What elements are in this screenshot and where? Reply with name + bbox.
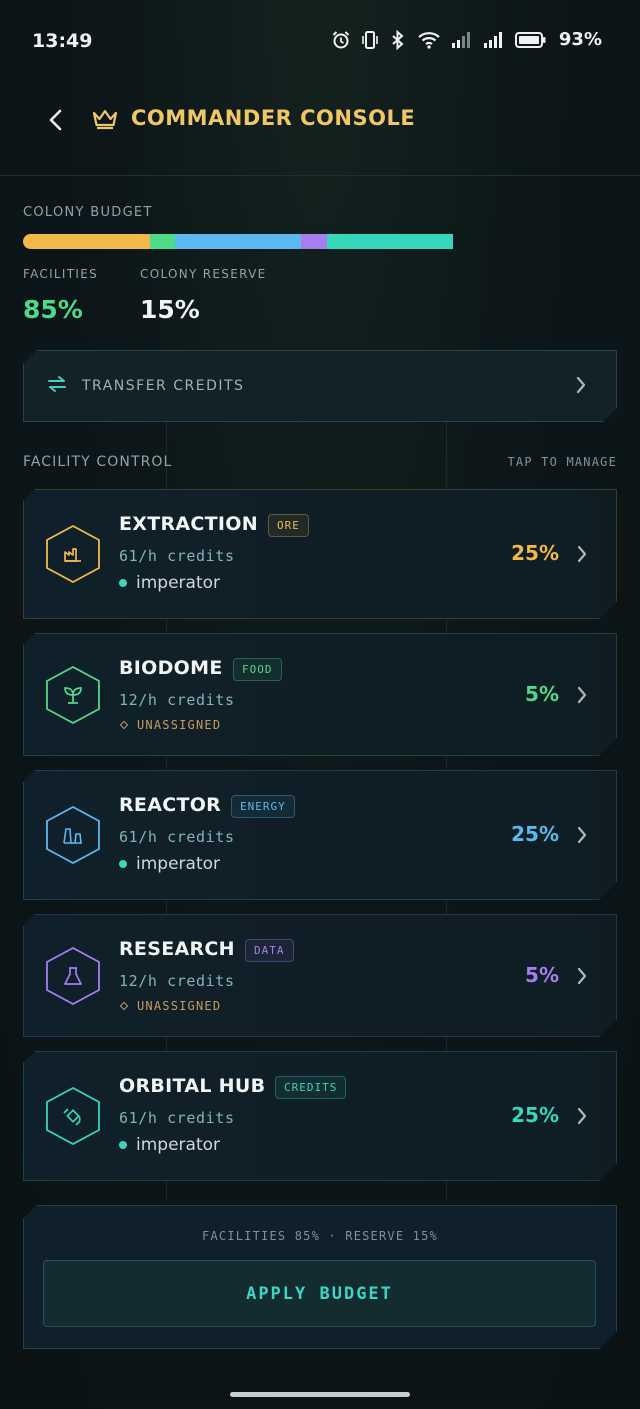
facility-tag: FOOD — [233, 658, 282, 681]
facility-name: ORBITAL HUB — [119, 1075, 266, 1097]
section-title: FACILITY CONTROL — [23, 454, 173, 470]
owner-name: UNASSIGNED — [137, 718, 222, 732]
budget-label: COLONY BUDGET — [23, 205, 153, 220]
facility-tag: ORE — [268, 514, 309, 537]
facility-tag: ENERGY — [231, 795, 295, 818]
reserve-label: COLONY RESERVE — [140, 267, 267, 281]
facility-owner: imperator — [119, 854, 220, 874]
back-button[interactable] — [40, 104, 72, 136]
facility-name: REACTOR — [119, 794, 222, 816]
page-title: COMMANDER CONSOLE — [131, 106, 416, 130]
facility-card-orbital-hub[interactable]: ORBITAL HUB CREDITS 61/h credits imperat… — [23, 1051, 617, 1181]
facility-percent: 25% — [511, 1103, 559, 1127]
facility-rate: 12/h credits — [119, 972, 235, 990]
crown-icon — [92, 108, 118, 134]
facility-percent: 5% — [525, 962, 559, 987]
chevron-right-icon — [577, 686, 587, 708]
budget-segment — [326, 234, 454, 249]
wifi-icon — [417, 30, 441, 50]
budget-segment — [149, 234, 175, 249]
reserve-value: 15% — [140, 295, 200, 324]
section-hint: TAP TO MANAGE — [507, 455, 617, 469]
facility-rate: 12/h credits — [119, 691, 235, 709]
facilities-stat: FACILITIES 85% — [23, 267, 98, 324]
facility-rate: 61/h credits — [119, 1109, 235, 1127]
battery-percent: 93% — [558, 29, 602, 50]
transfer-icon — [46, 374, 68, 398]
signal-icon — [451, 30, 473, 50]
chevron-right-icon — [577, 545, 587, 567]
facility-percent: 5% — [525, 681, 559, 706]
power-plant-icon — [43, 805, 103, 865]
chevron-right-icon — [576, 376, 586, 398]
facility-owner: imperator — [119, 1135, 220, 1155]
satellite-icon — [43, 1086, 103, 1146]
owner-name: imperator — [136, 1135, 220, 1155]
facility-card-biodome[interactable]: BIODOME FOOD 12/h credits UNASSIGNED 5% — [23, 633, 617, 756]
owner-name: UNASSIGNED — [137, 999, 222, 1013]
facility-rate: 61/h credits — [119, 828, 235, 846]
flask-icon — [43, 946, 103, 1006]
signal-icon — [483, 30, 505, 50]
chevron-right-icon — [577, 967, 587, 989]
facility-rate: 61/h credits — [119, 547, 235, 565]
owner-name: imperator — [136, 854, 220, 874]
facility-owner: imperator — [119, 573, 220, 593]
facility-percent: 25% — [511, 541, 559, 565]
facility-card-extraction[interactable]: EXTRACTION ORE 61/h credits imperator 25… — [23, 489, 617, 619]
budget-footer: FACILITIES 85% · RESERVE 15% APPLY BUDGE… — [23, 1205, 617, 1349]
facility-tag: CREDITS — [275, 1076, 346, 1099]
facility-name: BIODOME — [119, 657, 223, 679]
transfer-credits-button[interactable]: TRANSFER CREDITS — [23, 350, 617, 422]
apply-budget-button[interactable]: APPLY BUDGET — [43, 1260, 596, 1327]
battery-icon — [514, 30, 547, 50]
budget-summary: FACILITIES 85% · RESERVE 15% — [202, 1229, 438, 1243]
chevron-left-icon — [49, 109, 62, 131]
budget-segment — [23, 234, 150, 249]
facility-card-reactor[interactable]: REACTOR ENERGY 61/h credits imperator 25… — [23, 770, 617, 900]
home-indicator[interactable] — [230, 1392, 410, 1397]
owner-name: imperator — [136, 573, 220, 593]
transfer-label: TRANSFER CREDITS — [82, 378, 245, 394]
alarm-icon — [331, 30, 351, 50]
diamond-icon — [120, 721, 128, 729]
facility-owner: UNASSIGNED — [119, 999, 221, 1013]
budget-stats: FACILITIES 85% COLONY RESERVE 15% — [23, 267, 266, 324]
vibrate-icon — [361, 30, 379, 50]
chevron-right-icon — [577, 1107, 587, 1129]
owner-status-dot — [119, 579, 127, 587]
sprout-icon — [43, 665, 103, 725]
budget-segment — [301, 234, 327, 249]
reserve-stat: COLONY RESERVE 15% — [140, 267, 266, 324]
diamond-icon — [120, 1002, 128, 1010]
facilities-label: FACILITIES — [23, 267, 99, 281]
factory-icon — [43, 524, 103, 584]
budget-bar — [23, 234, 529, 249]
facility-card-research[interactable]: RESEARCH DATA 12/h credits UNASSIGNED 5% — [23, 914, 617, 1037]
facilities-value: 85% — [23, 295, 83, 324]
owner-status-dot — [119, 1141, 127, 1149]
facility-owner: UNASSIGNED — [119, 718, 221, 732]
facility-section-header: FACILITY CONTROL TAP TO MANAGE — [23, 454, 617, 470]
facility-name: RESEARCH — [119, 938, 235, 960]
owner-status-dot — [119, 860, 127, 868]
bluetooth-icon — [389, 29, 407, 50]
app-header: COMMANDER CONSOLE — [0, 84, 640, 176]
status-bar: 13:49 93% — [0, 0, 640, 84]
facility-percent: 25% — [511, 822, 559, 846]
facility-tag: DATA — [245, 939, 294, 962]
status-time: 13:49 — [32, 30, 93, 52]
budget-segment — [174, 234, 302, 249]
chevron-right-icon — [577, 826, 587, 848]
status-icons: 93% — [331, 29, 602, 50]
facility-name: EXTRACTION — [119, 513, 258, 535]
